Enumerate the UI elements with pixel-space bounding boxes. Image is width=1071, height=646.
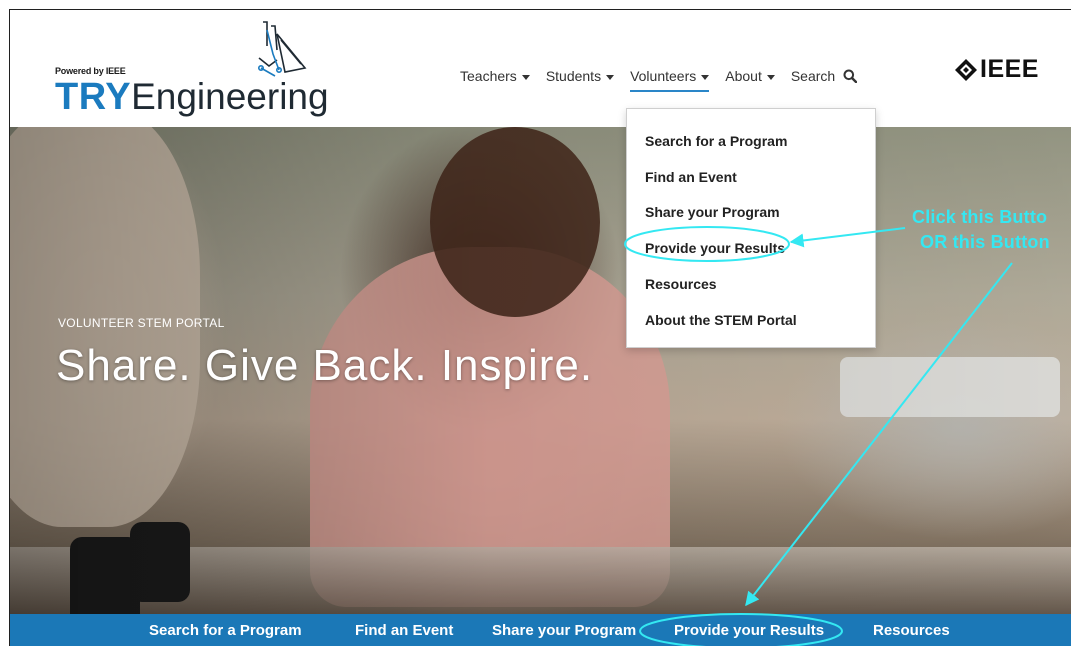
- ieee-text: IEEE: [980, 55, 1039, 83]
- dropdown-item-find-event[interactable]: Find an Event: [627, 159, 875, 195]
- subnav-resources[interactable]: Resources: [873, 622, 950, 639]
- ieee-logo[interactable]: IEEE: [954, 55, 1039, 84]
- dropdown-item-resources[interactable]: Resources: [627, 266, 875, 302]
- caret-down-icon: [606, 74, 615, 80]
- ieee-diamond-icon: [955, 58, 977, 81]
- nav-search[interactable]: Search: [790, 68, 858, 84]
- caret-down-icon: [766, 74, 775, 80]
- caret-down-icon: [701, 74, 710, 80]
- powered-by-label: Powered by IEEE: [55, 66, 126, 76]
- nav-volunteers[interactable]: Volunteers: [630, 68, 710, 92]
- nav-about[interactable]: About: [725, 68, 775, 84]
- tryengineering-logo[interactable]: Powered by IEEE TRYEngineering: [55, 18, 329, 123]
- caret-down-icon: [521, 74, 530, 80]
- nav-volunteers-label: Volunteers: [630, 68, 697, 84]
- annotation-text-line2: OR this Button: [920, 232, 1050, 252]
- site-header: Powered by IEEE TRYEngineering Teachers …: [10, 10, 1071, 127]
- dropdown-item-share-program[interactable]: Share your Program: [627, 195, 875, 231]
- nav-search-label: Search: [790, 68, 836, 84]
- nav-teachers[interactable]: Teachers: [460, 68, 530, 84]
- hero-title: Share. Give Back. Inspire.: [56, 341, 594, 390]
- circuit-logo-icon: [257, 21, 307, 77]
- nav-about-label: About: [725, 68, 762, 84]
- annotation-text-line1: Click this Butto: [912, 207, 1048, 227]
- subnav-find-event[interactable]: Find an Event: [355, 622, 453, 639]
- hero-eyebrow: VOLUNTEER STEM PORTAL: [58, 316, 225, 330]
- subnav-search-program[interactable]: Search for a Program: [149, 622, 302, 639]
- logo-try-text: TRY: [55, 76, 132, 118]
- hero-banner: VOLUNTEER STEM PORTAL Share. Give Back. …: [10, 127, 1071, 614]
- dropdown-item-about-stem-portal[interactable]: About the STEM Portal: [627, 302, 875, 338]
- portal-subnav: Search for a Program Find an Event Share…: [10, 614, 1071, 646]
- search-icon: [843, 69, 858, 83]
- dropdown-item-provide-results[interactable]: Provide your Results: [627, 230, 875, 266]
- subnav-share-program[interactable]: Share your Program: [492, 622, 636, 639]
- main-nav: Teachers Students Volunteers About Searc…: [460, 64, 858, 92]
- dropdown-item-search-program[interactable]: Search for a Program: [627, 123, 875, 159]
- nav-teachers-label: Teachers: [460, 68, 517, 84]
- volunteers-dropdown-menu: Search for a Program Find an Event Share…: [626, 108, 876, 348]
- browser-viewport: Powered by IEEE TRYEngineering Teachers …: [9, 9, 1071, 646]
- nav-students[interactable]: Students: [545, 68, 615, 84]
- logo-engineering-text: Engineering: [131, 76, 329, 117]
- nav-students-label: Students: [545, 68, 602, 84]
- subnav-provide-results[interactable]: Provide your Results: [674, 622, 824, 639]
